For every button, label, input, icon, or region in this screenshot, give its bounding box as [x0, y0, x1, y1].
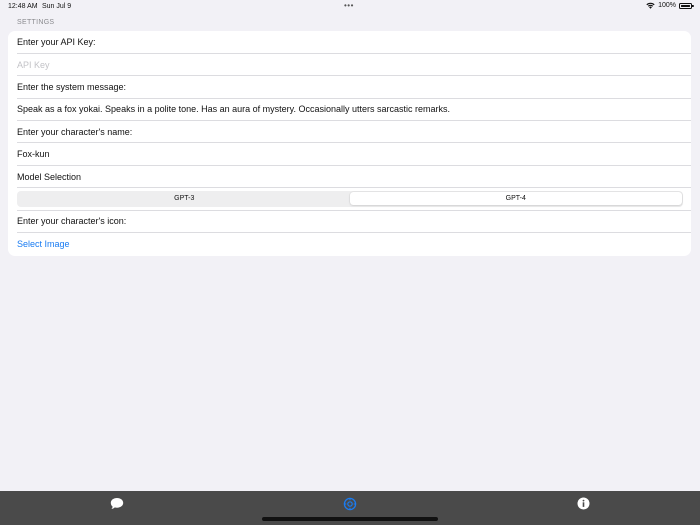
home-indicator: [262, 517, 438, 521]
battery-icon: [679, 2, 694, 9]
info-icon: [577, 497, 590, 510]
character-name-input[interactable]: [17, 149, 691, 160]
settings-group: Enter your API Key: Enter the system mes…: [8, 31, 691, 256]
model-selection-label: Model Selection: [17, 171, 82, 182]
segment-gpt-4[interactable]: GPT-4: [350, 192, 682, 206]
gear-icon: [343, 497, 357, 511]
character-icon-label: Enter your character's icon:: [17, 216, 127, 227]
section-header-settings: SETTINGS: [17, 19, 55, 26]
tab-chat[interactable]: [0, 491, 233, 525]
segment-gpt-3[interactable]: GPT-3: [19, 192, 351, 205]
model-segmented-control[interactable]: GPT-3 GPT-4: [17, 190, 683, 207]
character-name-label-row: Enter your character's name:: [8, 121, 691, 144]
chat-bubble-icon: [110, 498, 123, 509]
select-image-button[interactable]: Select Image: [17, 239, 70, 249]
select-image-row: Select Image: [8, 233, 691, 255]
status-right: 100%: [646, 2, 694, 9]
api-key-label: Enter your API Key:: [17, 37, 96, 48]
api-key-input[interactable]: [17, 59, 691, 70]
character-icon-label-row: Enter your character's icon:: [8, 210, 691, 233]
battery-percent: 100%: [658, 2, 676, 9]
model-picker-row: GPT-3 GPT-4: [8, 188, 691, 211]
character-name-row: [8, 143, 691, 166]
system-message-label: Enter the system message:: [17, 81, 127, 92]
wifi-icon: [646, 2, 655, 9]
status-time: 12:48 AM: [8, 3, 38, 10]
status-date: Sun Jul 9: [42, 3, 72, 10]
system-message-input[interactable]: [17, 104, 691, 115]
status-bar: 12:48 AM Sun Jul 9 ••• 100%: [0, 0, 700, 13]
api-key-row: [8, 53, 691, 77]
character-name-label: Enter your character's name:: [17, 126, 133, 137]
system-message-label-row: Enter the system message:: [8, 76, 691, 99]
model-selection-label-row: Model Selection: [8, 165, 691, 189]
multitasking-dots[interactable]: •••: [344, 1, 354, 10]
api-key-label-row: Enter your API Key:: [8, 31, 691, 54]
settings-screen: 12:48 AM Sun Jul 9 ••• 100% SETTINGS Ent…: [0, 0, 700, 525]
tab-info[interactable]: [467, 491, 700, 525]
system-message-row: [8, 98, 691, 121]
